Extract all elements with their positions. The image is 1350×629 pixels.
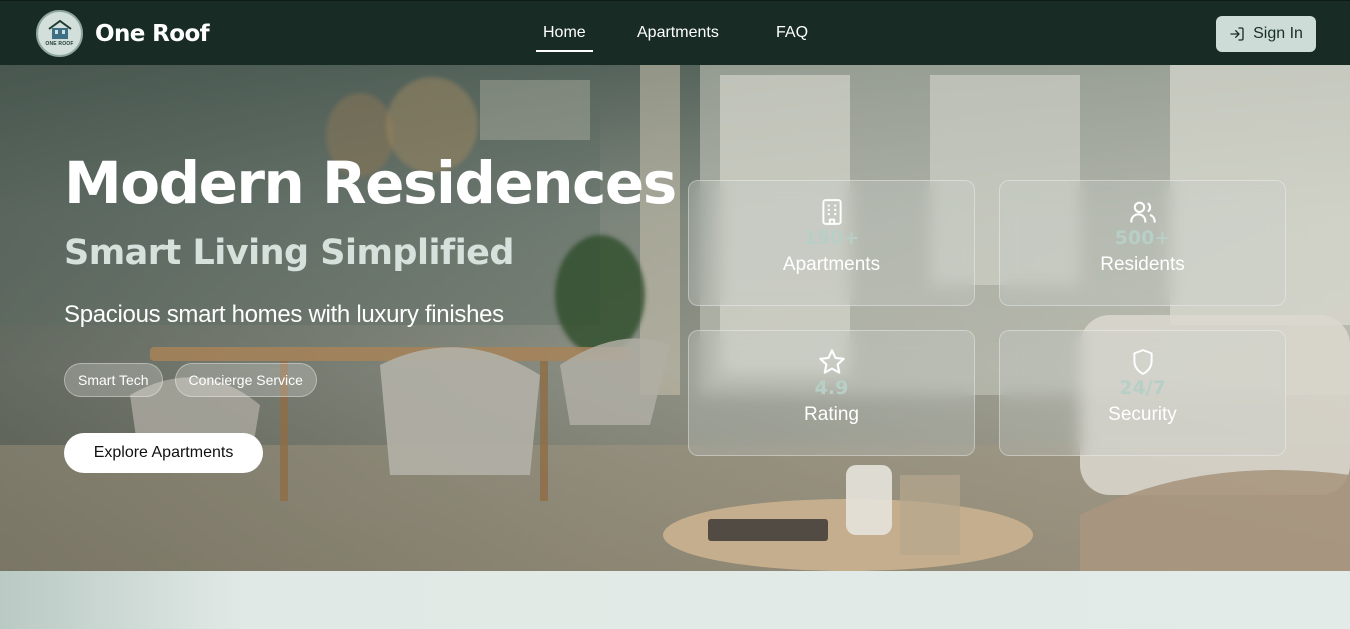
hero-subtitle: Smart Living Simplified	[64, 233, 514, 273]
login-icon	[1230, 27, 1244, 41]
top-navbar: ONE ROOF One Roof Home Apartments FAQ Si…	[0, 0, 1350, 65]
hero-description: Spacious smart homes with luxury finishe…	[64, 301, 504, 328]
stat-value: 150+	[803, 227, 860, 249]
stat-label: Apartments	[782, 254, 881, 275]
next-section-strip	[0, 571, 1350, 629]
explore-apartments-button[interactable]: Explore Apartments	[64, 433, 263, 473]
logo: ONE ROOF	[36, 10, 83, 57]
stat-card-security: 24/7 Security	[999, 330, 1286, 456]
chip-smart-tech: Smart Tech	[64, 363, 163, 397]
logo-text: ONE ROOF	[45, 41, 74, 47]
stat-card-apartments: 150+ Apartments	[688, 180, 975, 306]
stat-label: Residents	[1100, 254, 1185, 275]
brand[interactable]: ONE ROOF One Roof	[36, 10, 210, 57]
stat-value: 24/7	[1119, 377, 1166, 399]
building-icon	[821, 199, 842, 225]
sign-in-button[interactable]: Sign In	[1216, 16, 1316, 52]
feature-chips: Smart Tech Concierge Service	[64, 363, 317, 397]
hero-section: Modern Residences Smart Living Simplifie…	[0, 65, 1350, 571]
users-icon	[1129, 201, 1156, 223]
nav-faq[interactable]: FAQ	[776, 24, 808, 42]
chip-concierge-service: Concierge Service	[174, 363, 317, 397]
nav-apartments[interactable]: Apartments	[637, 24, 719, 42]
stat-label: Rating	[804, 404, 859, 425]
shield-icon	[1132, 349, 1153, 375]
house-logo-icon	[48, 19, 72, 39]
stat-card-rating: 4.9 Rating	[688, 330, 975, 456]
nav-home[interactable]: Home	[536, 24, 593, 52]
stat-value: 500+	[1114, 227, 1171, 249]
stat-value: 4.9	[814, 377, 849, 399]
stat-label: Security	[1108, 404, 1177, 425]
star-icon	[818, 349, 845, 374]
hero-title: Modern Residences	[64, 149, 677, 217]
brand-name: One Roof	[95, 20, 210, 47]
sign-in-label: Sign In	[1253, 25, 1303, 42]
stat-card-residents: 500+ Residents	[999, 180, 1286, 306]
